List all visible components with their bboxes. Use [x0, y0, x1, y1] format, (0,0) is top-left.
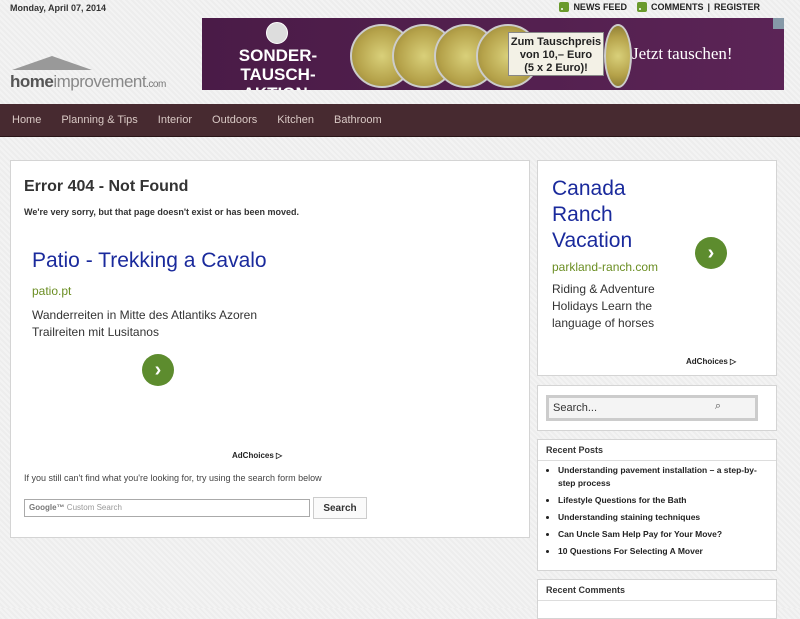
nav-item-kitchen[interactable]: Kitchen	[269, 104, 322, 137]
nav-item-home[interactable]: Home	[4, 104, 49, 137]
adchoices-icon: ▷	[276, 451, 283, 460]
recent-posts-widget: Recent Posts Understanding pavement inst…	[537, 439, 777, 571]
list-item[interactable]: Lifestyle Questions for the Bath	[558, 494, 758, 507]
nav-item-planning[interactable]: Planning & Tips	[53, 104, 145, 137]
adchoices-icon: ▷	[730, 357, 737, 366]
site-logo[interactable]: homeimprovement.com	[10, 56, 180, 96]
chevron-right-icon: ›	[154, 359, 162, 381]
coin-image	[604, 24, 632, 88]
sidebar-search-input[interactable]: Search... ⌕	[546, 395, 758, 421]
ad-info-icon[interactable]	[773, 18, 784, 29]
chevron-right-icon: ›	[707, 242, 715, 264]
ad-description: Wanderreiten in Mitte des Atlantiks Azor…	[32, 308, 257, 339]
search-hint: If you still can't find what you're look…	[24, 473, 322, 483]
top-links: NEWS FEED COMMENTS | REGISTER	[559, 2, 760, 12]
list-item[interactable]: 10 Questions For Selecting A Mover	[558, 545, 758, 558]
main-nav: Home Planning & Tips Interior Outdoors K…	[0, 104, 800, 137]
date-text: Monday, April 07, 2014	[10, 3, 107, 13]
house-roof-icon	[12, 56, 92, 70]
news-feed-link[interactable]: NEWS FEED	[573, 2, 627, 12]
ad-title-link[interactable]: Patio - Trekking a Cavalo	[32, 249, 267, 273]
page-title: Error 404 - Not Found	[24, 178, 189, 195]
main-content: Error 404 - Not Found We're very sorry, …	[10, 160, 530, 538]
recent-posts-title: Recent Posts	[546, 445, 604, 455]
nav-item-interior[interactable]: Interior	[150, 104, 200, 137]
sidebar-search-widget: Search... ⌕	[537, 385, 777, 431]
register-link[interactable]: REGISTER	[714, 2, 760, 12]
rss-icon	[636, 2, 647, 12]
adchoices-link[interactable]: AdChoices ▷	[686, 357, 736, 366]
recent-posts-list: Understanding pavement installation – a …	[558, 464, 758, 562]
custom-search-input[interactable]: Google™ Custom Search	[24, 499, 310, 517]
sidebar-ad-description: Riding & Adventure Holidays Learn the la…	[552, 282, 655, 330]
nav-item-bathroom[interactable]: Bathroom	[326, 104, 390, 137]
nav-item-outdoors[interactable]: Outdoors	[204, 104, 265, 137]
search-icon[interactable]: ⌕	[715, 400, 721, 413]
sidebar-ad-url-link[interactable]: parkland-ranch.com	[552, 260, 658, 274]
divider	[538, 460, 776, 461]
ad-url-link[interactable]: patio.pt	[32, 284, 71, 298]
list-item[interactable]: Understanding staining techniques	[558, 511, 758, 524]
ad-arrow-button[interactable]: ›	[142, 354, 174, 386]
sidebar-ad: Canada Ranch Vacation parkland-ranch.com…	[537, 160, 777, 376]
search-button[interactable]: Search	[313, 497, 367, 519]
error-message: We're very sorry, but that page doesn't …	[24, 207, 300, 217]
banner-cta-button[interactable]: Jetzt tauschen!	[632, 44, 733, 64]
divider	[538, 600, 776, 601]
comments-link[interactable]: COMMENTS	[651, 2, 704, 12]
search-placeholder: Search...	[553, 402, 598, 414]
banner-headline: SONDER- TAUSCH-AKTION:	[238, 46, 318, 90]
sidebar-ad-arrow-button[interactable]: ›	[695, 237, 727, 269]
recent-comments-widget: Recent Comments	[537, 579, 777, 619]
search-placeholder: Google™ Custom Search	[29, 503, 122, 512]
link-separator: |	[707, 2, 710, 12]
banner-price-box: Zum Tauschpreis von 10,– Euro (5 x 2 Eur…	[508, 32, 604, 76]
rss-icon	[559, 2, 570, 12]
banner-ad[interactable]: SONDER- TAUSCH-AKTION: Zum Tauschpreis v…	[202, 18, 784, 90]
list-item[interactable]: Can Uncle Sam Help Pay for Your Move?	[558, 528, 758, 541]
seal-icon	[266, 22, 288, 44]
recent-comments-title: Recent Comments	[546, 585, 626, 595]
sidebar-ad-title-link[interactable]: Canada Ranch Vacation	[552, 176, 652, 254]
list-item[interactable]: Understanding pavement installation – a …	[558, 464, 758, 490]
logo-text: homeimprovement.com	[10, 72, 166, 91]
adchoices-link[interactable]: AdChoices ▷	[232, 451, 282, 460]
